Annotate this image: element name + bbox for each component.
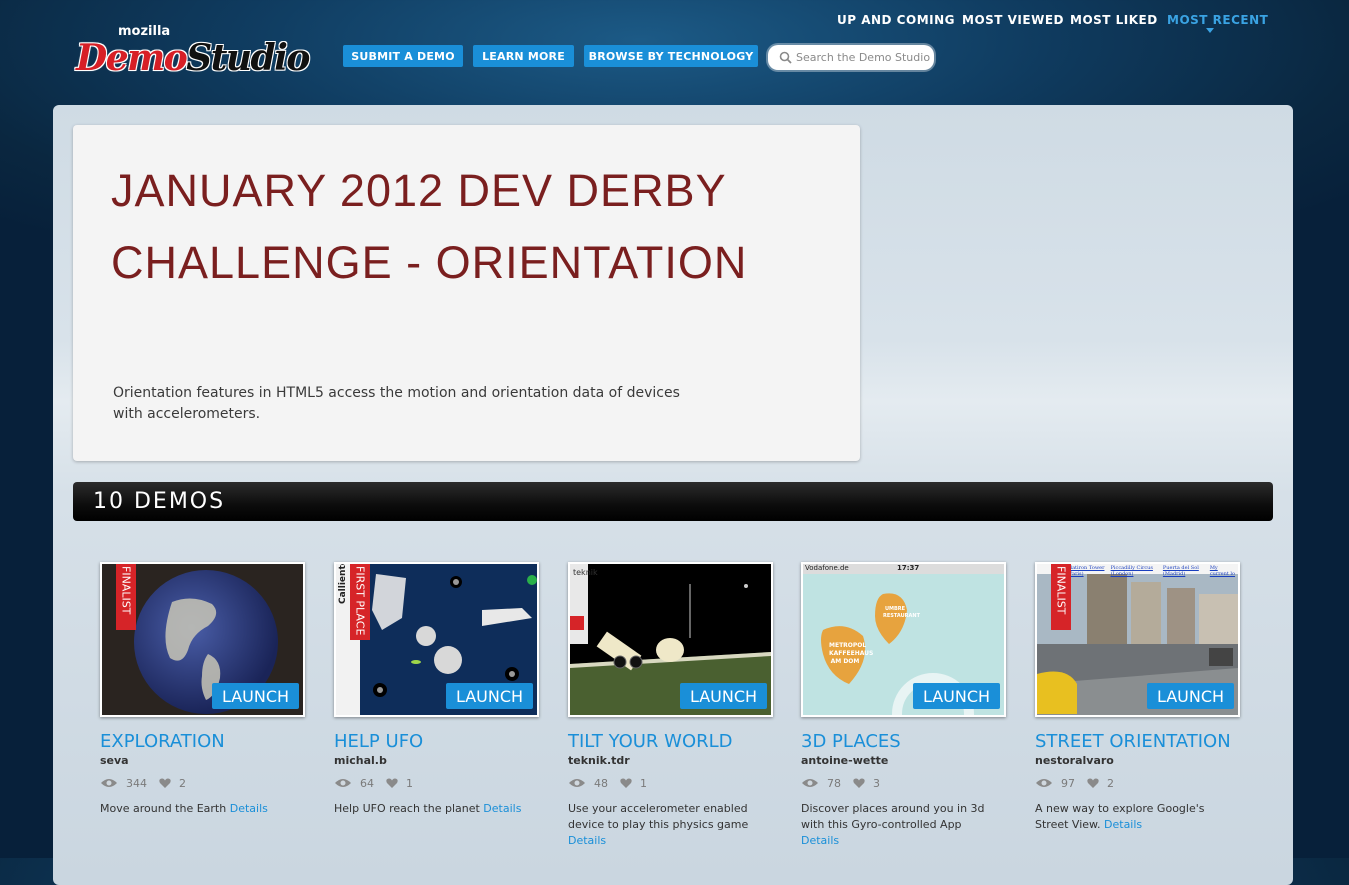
logo-wordmark: DemoStudio [76,37,310,79]
demo-card: FINALIST LAUNCH EXPLORATION seva 344 2 M… [100,562,305,817]
challenge-description: Orientation features in HTML5 access the… [113,385,680,422]
first-place-ribbon: FIRST PLACE [350,564,370,640]
like-count: 3 [873,776,880,790]
demo-card: Vodafone.de 17:37 UMBRE RESTAURANT METRO… [801,562,1006,849]
launch-button[interactable]: LAUNCH [913,683,1000,709]
demo-card: Calliente FIRST PLACE LAUNCH HELP UFO mi… [334,562,539,817]
demo-stats: 48 1 [568,775,773,791]
places-pin2-label: METROPOL KAFFEEHAUS AM DOM [829,642,874,665]
heart-icon [620,778,632,789]
like-count: 2 [179,776,186,790]
demo-thumbnail-3d-places[interactable]: Vodafone.de 17:37 UMBRE RESTAURANT METRO… [801,562,1006,717]
active-sort-caret-icon [1206,28,1214,33]
details-link[interactable]: Details [568,834,606,847]
sort-most-viewed[interactable]: MOST VIEWED [962,13,1064,27]
sort-up-and-coming[interactable]: UP AND COMING [837,13,955,27]
demo-description: A new way to explore Google's Street Vie… [1035,802,1205,831]
search-input[interactable] [796,51,932,64]
finalist-ribbon: FINALIST [116,564,136,630]
street-links: Flatiron Tower (Paris) Piccadilly Circus … [1067,565,1236,577]
demos-count: 10 DEMOS [93,489,226,514]
like-count: 1 [640,776,647,790]
demos-bar: 10 DEMOS [73,482,1273,521]
tilt-side-text: teknik [573,568,598,577]
eye-icon [1035,777,1053,789]
demo-author[interactable]: teknik.tdr [568,754,773,767]
heart-icon [386,778,398,789]
places-carrier-text: Vodafone.de [805,564,849,572]
demo-thumbnail-tilt-your-world[interactable]: teknik LAUNCH [568,562,773,717]
view-count: 78 [827,776,841,790]
launch-button[interactable]: LAUNCH [1147,683,1234,709]
submit-demo-button[interactable]: SUBMIT A DEMO [343,45,463,67]
heart-icon [159,778,171,789]
demo-author[interactable]: antoine-wette [801,754,1006,767]
heart-icon [1087,778,1099,789]
launch-button[interactable]: LAUNCH [680,683,767,709]
learn-more-button[interactable]: LEARN MORE [473,45,574,67]
demo-author[interactable]: seva [100,754,305,767]
details-link[interactable]: Details [1104,818,1142,831]
demo-description: Move around the Earth Details [100,802,268,815]
ufo-side-text: Calliente [338,562,348,604]
demo-stats: 64 1 [334,775,539,791]
sort-most-recent[interactable]: MOST RECENT [1167,13,1268,27]
demo-stats: 78 3 [801,775,1006,791]
launch-button[interactable]: LAUNCH [212,683,299,709]
demo-title[interactable]: STREET ORIENTATION [1035,731,1240,752]
logo-studio-text: Studio [186,37,310,79]
demo-thumbnail-exploration[interactable]: FINALIST LAUNCH [100,562,305,717]
browse-technology-button[interactable]: BROWSE BY TECHNOLOGY [584,45,758,67]
search-icon [778,51,792,65]
demo-stats: 97 2 [1035,775,1240,791]
demo-studio-logo[interactable]: mozilla DemoStudio [74,24,310,80]
view-count: 64 [360,776,374,790]
demo-card: Flatiron Tower (Paris) Piccadilly Circus … [1035,562,1240,833]
demo-author[interactable]: nestoralvaro [1035,754,1240,767]
demo-thumbnail-help-ufo[interactable]: Calliente FIRST PLACE LAUNCH [334,562,539,717]
demo-stats: 344 2 [100,775,305,791]
demo-thumbnail-street-orientation[interactable]: Flatiron Tower (Paris) Piccadilly Circus … [1035,562,1240,717]
eye-icon [334,777,352,789]
demo-description: Help UFO reach the planet Details [334,802,522,815]
demo-card: teknik LAUNCH TILT YOUR WORLD teknik.tdr… [568,562,773,849]
finalist-ribbon: FINALIST [1051,564,1071,630]
eye-icon [568,777,586,789]
view-count: 344 [126,776,147,790]
demo-title[interactable]: 3D PLACES [801,731,1006,752]
search-box[interactable] [768,45,934,70]
logo-demo-text: Demo [76,37,188,79]
demo-title[interactable]: TILT YOUR WORLD [568,731,773,752]
view-count: 48 [594,776,608,790]
demo-description: Discover places around you in 3d with th… [801,802,985,847]
details-link[interactable]: Details [230,802,268,815]
view-count: 97 [1061,776,1075,790]
demo-description: Use your accelerometer enabled device to… [568,802,749,847]
challenge-hero: JANUARY 2012 DEV DERBY CHALLENGE - ORIEN… [73,125,860,461]
places-time-text: 17:37 [897,564,920,572]
eye-icon [801,777,819,789]
places-pin1-label: UMBRE RESTAURANT [883,606,920,619]
sort-most-liked[interactable]: MOST LIKED [1070,13,1158,27]
challenge-title: JANUARY 2012 DEV DERBY CHALLENGE - ORIEN… [111,165,748,288]
demo-title[interactable]: EXPLORATION [100,731,305,752]
like-count: 1 [406,776,413,790]
eye-icon [100,777,118,789]
demo-title[interactable]: HELP UFO [334,731,539,752]
details-link[interactable]: Details [483,802,521,815]
heart-icon [853,778,865,789]
details-link[interactable]: Details [801,834,839,847]
launch-button[interactable]: LAUNCH [446,683,533,709]
demo-author[interactable]: michal.b [334,754,539,767]
like-count: 2 [1107,776,1114,790]
